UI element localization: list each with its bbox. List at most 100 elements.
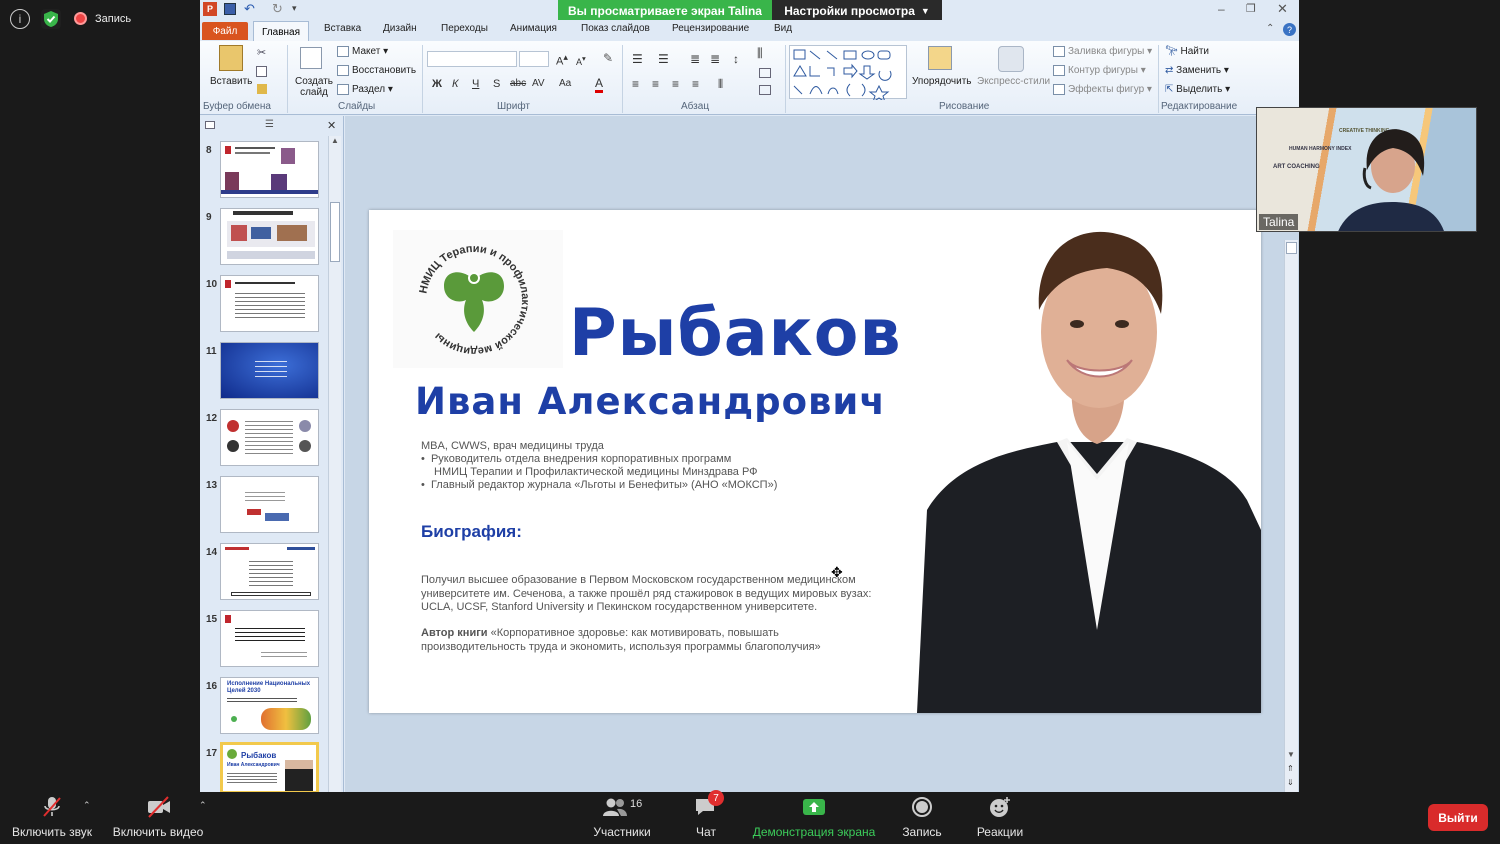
outline-tab-icon[interactable]: ☰ (265, 119, 274, 130)
shapes-gallery[interactable] (789, 45, 907, 104)
shape-fill-button[interactable]: Заливка фигуры ▾ (1053, 46, 1152, 57)
reset-button[interactable]: Восстановить (337, 65, 416, 76)
slide-thumbnail-9[interactable] (220, 208, 319, 265)
section-button[interactable]: Раздел ▾ (337, 84, 393, 95)
bullets-icon[interactable]: ☰ (632, 52, 643, 66)
slide-thumbnail-16[interactable]: Исполнение Национальных Целей 2030 (220, 677, 319, 734)
align-text-icon[interactable] (759, 68, 771, 78)
change-case-button[interactable]: Aa (559, 78, 571, 89)
quick-styles-icon[interactable] (998, 46, 1024, 72)
scroll-down-icon[interactable]: ▼ (1287, 750, 1295, 759)
security-shield-icon[interactable] (41, 9, 61, 29)
bold-button[interactable]: Ж (432, 78, 442, 90)
font-color-button[interactable]: A (595, 76, 604, 93)
char-spacing-button[interactable]: AV (532, 78, 545, 89)
decrease-indent-icon[interactable]: ≣ (690, 52, 700, 66)
tab-transitions[interactable]: Переходы (441, 23, 488, 34)
shrink-font-icon[interactable]: A▾ (576, 54, 586, 67)
new-slide-button[interactable]: Создать слайд (294, 76, 334, 98)
ribbon-collapse-icon[interactable]: ⌃ (1266, 23, 1274, 34)
format-painter-icon[interactable] (257, 84, 267, 94)
prev-slide-icon[interactable]: ⇑ (1287, 764, 1294, 773)
clear-format-icon[interactable]: ✎ (603, 51, 613, 65)
tab-animations[interactable]: Анимация (510, 23, 557, 34)
save-icon[interactable] (224, 3, 236, 15)
minimize-icon[interactable]: – (1218, 2, 1225, 16)
tab-file[interactable]: Файл (202, 22, 248, 40)
tab-slideshow[interactable]: Показ слайдов (581, 23, 650, 34)
justify-icon[interactable]: ≡ (692, 77, 699, 91)
paste-icon[interactable] (219, 45, 243, 71)
copy-icon[interactable] (256, 66, 267, 77)
vertical-scrollbar[interactable]: ▼ ⇑ ⇓ (1284, 240, 1298, 792)
text-direction-icon[interactable]: ⫼ (757, 46, 763, 61)
numbering-icon[interactable]: ☰ (658, 52, 669, 66)
paste-button[interactable]: Вставить (210, 76, 252, 87)
slide-thumbnail-8[interactable] (220, 141, 319, 198)
columns-icon[interactable]: ⫴ (718, 77, 723, 92)
view-settings-button[interactable]: Настройки просмотра ▼ (772, 0, 942, 21)
slide-thumbnail-14[interactable] (220, 543, 319, 600)
new-slide-icon[interactable] (300, 47, 322, 69)
strikethrough-button[interactable]: abc (510, 78, 526, 89)
align-center-icon[interactable]: ≡ (652, 77, 659, 91)
slide-thumbnail-17[interactable]: Рыбаков Иван Александрович (220, 742, 319, 792)
tab-insert[interactable]: Вставка (324, 23, 361, 34)
restore-icon[interactable]: ❐ (1246, 2, 1256, 15)
line-spacing-icon[interactable]: ↕ (733, 52, 739, 66)
slide-thumbnail-10[interactable] (220, 275, 319, 332)
tab-view[interactable]: Вид (774, 23, 792, 34)
slide-thumbnail-15[interactable] (220, 610, 319, 667)
current-slide[interactable]: НМИЦ Терапии и профилактической медицины… (369, 210, 1261, 713)
slide-thumbnail-11[interactable] (220, 342, 319, 399)
leave-button[interactable]: Выйти (1428, 804, 1488, 831)
tab-design[interactable]: Дизайн (383, 23, 417, 34)
slide-thumbnail-13[interactable] (220, 476, 319, 533)
participants-button[interactable]: 16 Участники (586, 792, 658, 844)
close-panel-icon[interactable]: ✕ (327, 119, 336, 132)
audio-options-chevron-icon[interactable]: ⌃ (83, 800, 91, 811)
share-screen-button[interactable]: Демонстрация экрана (748, 792, 880, 844)
start-video-button[interactable]: Включить видео (110, 792, 206, 844)
record-button[interactable]: Запись (896, 792, 948, 844)
align-right-icon[interactable]: ≡ (672, 77, 679, 91)
arrange-icon[interactable] (928, 46, 952, 70)
slide-thumbnail-12[interactable] (220, 409, 319, 466)
underline-button[interactable]: Ч (472, 78, 479, 90)
video-options-chevron-icon[interactable]: ⌃ (199, 800, 207, 811)
quick-styles-button[interactable]: Экспресс-стили (977, 76, 1050, 87)
reactions-button[interactable]: Реакции (970, 792, 1030, 844)
shape-effects-button[interactable]: Эффекты фигур ▾ (1053, 84, 1152, 95)
align-left-icon[interactable]: ≡ (632, 77, 639, 91)
slides-tab-icon[interactable] (205, 121, 215, 129)
layout-button[interactable]: Макет ▾ (337, 46, 388, 57)
scroll-thumb[interactable] (1286, 242, 1297, 254)
shape-outline-button[interactable]: Контур фигуры ▾ (1053, 65, 1146, 76)
panel-scrollbar[interactable]: ▲ (328, 136, 341, 792)
undo-icon[interactable]: ↶ (244, 1, 255, 17)
font-name-input[interactable] (427, 51, 517, 67)
shadow-button[interactable]: S (493, 78, 500, 90)
select-button[interactable]: ⇱ Выделить ▾ (1165, 84, 1230, 95)
font-size-input[interactable] (519, 51, 549, 67)
recording-indicator[interactable]: Запись (74, 12, 131, 25)
next-slide-icon[interactable]: ⇓ (1287, 778, 1294, 787)
info-icon[interactable]: i (10, 9, 30, 29)
close-window-icon[interactable]: ✕ (1277, 1, 1288, 17)
italic-button[interactable]: К (452, 78, 458, 90)
grow-font-icon[interactable]: A▴ (556, 52, 568, 68)
help-icon[interactable]: ? (1283, 23, 1296, 36)
scroll-up-icon[interactable]: ▲ (329, 136, 341, 145)
participant-video-tile[interactable]: HUMAN HARMONY INDEX ART COACHING CREATIV… (1256, 107, 1477, 232)
replace-button[interactable]: ⇄ Заменить ▾ (1165, 65, 1229, 76)
smartart-icon[interactable] (759, 85, 771, 95)
redo-icon[interactable]: ↻ (272, 1, 283, 17)
quick-access-dropdown-icon[interactable]: ▾ (292, 3, 297, 14)
scroll-thumb[interactable] (330, 202, 340, 262)
tab-review[interactable]: Рецензирование (672, 23, 749, 34)
arrange-button[interactable]: Упорядочить (912, 76, 972, 87)
chat-button[interactable]: 7 Чат (686, 790, 726, 844)
increase-indent-icon[interactable]: ≣ (710, 52, 720, 66)
cut-icon[interactable]: ✂ (257, 46, 266, 59)
find-button[interactable]: 🔭︎ Найти (1165, 46, 1209, 57)
